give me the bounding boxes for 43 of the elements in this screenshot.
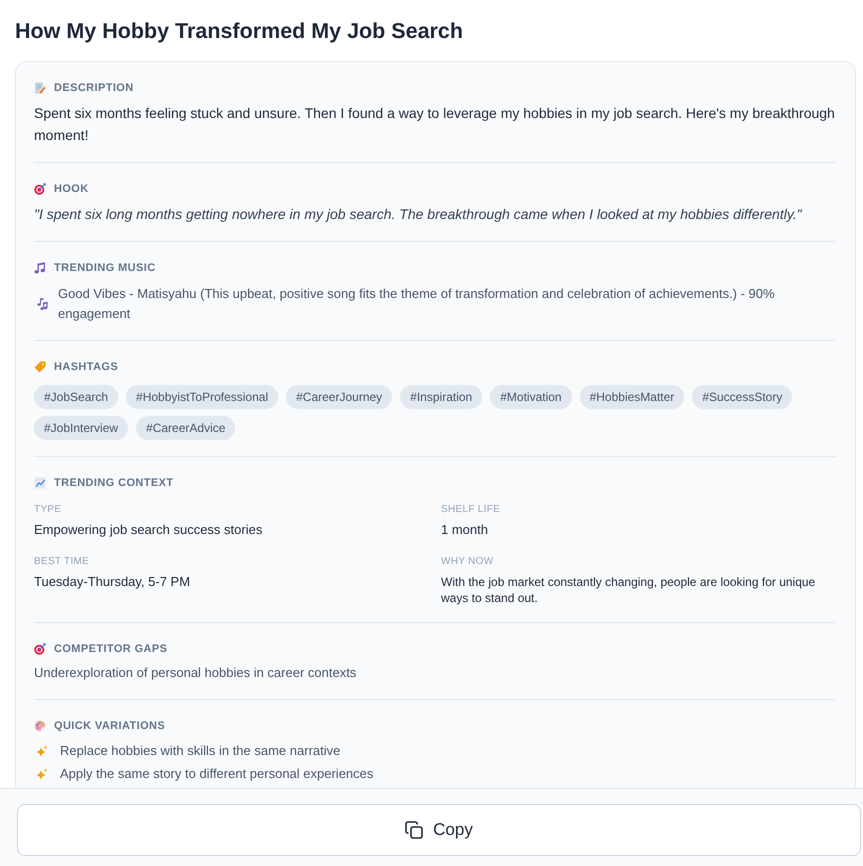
field-value: Tuesday-Thursday, 5-7 PM [34, 573, 190, 591]
field-value: 1 month [441, 521, 488, 539]
section-label: TRENDING CONTEXT [54, 476, 174, 491]
music-notes-icon [36, 298, 48, 310]
sparkles-icon [36, 768, 48, 780]
hashtag-tag: #JobSearch [34, 385, 118, 409]
field-label: SHELF LIFE [441, 503, 500, 517]
sparkles-icon [36, 745, 48, 757]
palette-icon [34, 720, 46, 732]
target-icon [34, 183, 46, 195]
hashtag-tag: #HobbyistToProfessional [126, 385, 278, 409]
field-value: With the job market constantly changing, people are looking for unique ways to stand out. [441, 574, 816, 606]
field-label: WHY NOW [441, 555, 494, 569]
section-label: COMPETITOR GAPS [54, 642, 168, 657]
hashtag-tag: #CareerAdvice [136, 416, 236, 440]
gaps-text: Underexploration of personal hobbies in career contexts [34, 664, 358, 682]
hook-quote: "I spent six long months getting nowhere in my job search. The breakthrough came when I looked at my hobbies differently." [34, 205, 803, 224]
variation-text: Apply the same story to different personal experiences [60, 765, 374, 783]
hashtag-tag: #SuccessStory [692, 385, 792, 409]
field-label: TYPE [34, 503, 62, 517]
hashtag-tag: #Inspiration [400, 385, 482, 409]
hashtag-tag: #JobInterview [34, 416, 128, 440]
copy-icon [405, 821, 424, 839]
variation-text: Replace hobbies with skills in the same narrative [60, 742, 340, 760]
section-label: DESCRIPTION [54, 81, 134, 96]
copy-button[interactable]: Copy [17, 804, 861, 856]
description-text: Spent six months feeling stuck and unsure. Then I found a way to leverage my hobbies in my job search. Here's my breakthrough moment! [34, 104, 836, 145]
field-label: BEST TIME [34, 555, 90, 569]
section-label: HASHTAGS [54, 360, 118, 375]
section-label: QUICK VARIATIONS [54, 719, 166, 734]
hashtag-tag: #HobbiesMatter [580, 385, 684, 409]
music-note-icon [34, 262, 46, 274]
tag-icon [34, 361, 46, 373]
page-title: How My Hobby Transformed My Job Search [15, 18, 464, 45]
field-value: Empowering job search success stories [34, 521, 262, 539]
chart-icon [34, 477, 46, 489]
music-suggestion: Good Vibes - Matisyahu (This upbeat, positive song fits the theme of transformation and celebration of achievements.) - 90% engagement [58, 285, 776, 323]
target-icon [34, 643, 46, 655]
section-label: HOOK [54, 182, 89, 197]
memo-icon [34, 82, 46, 94]
hashtag-tag: #CareerJourney [286, 385, 392, 409]
hashtag-tag: #Motivation [490, 385, 572, 409]
section-label: TRENDING MUSIC [54, 261, 156, 276]
